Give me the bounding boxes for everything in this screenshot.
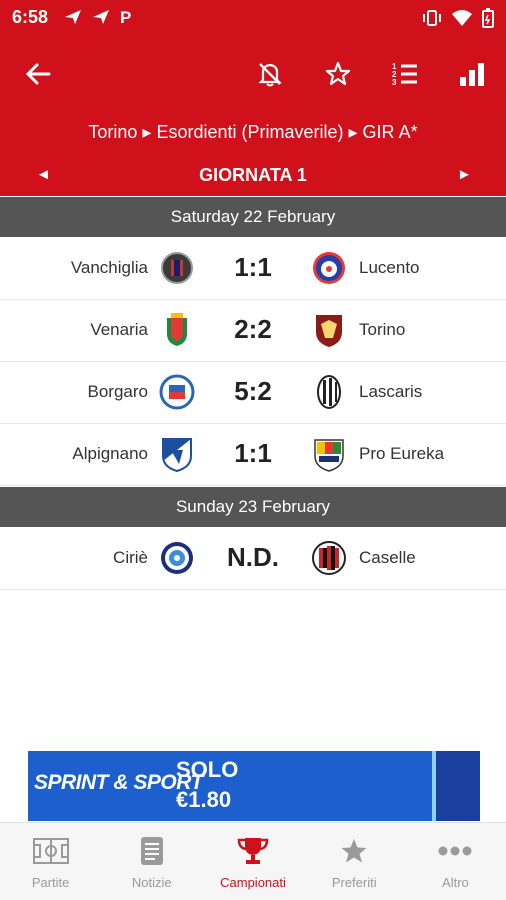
torino-crest-icon xyxy=(316,315,342,347)
star-icon xyxy=(341,839,367,863)
match-row[interactable]: Ciriè N.D. Caselle xyxy=(0,528,506,590)
home-team: Vanchiglia xyxy=(70,258,148,277)
pro-eureka-crest-icon xyxy=(314,439,344,472)
match-row[interactable]: Venaria 2:2 Torino xyxy=(0,300,506,362)
venaria-crest-icon xyxy=(167,313,187,346)
send-icon xyxy=(92,9,110,29)
star-outline-icon xyxy=(325,61,351,86)
away-team: Caselle xyxy=(359,548,416,567)
match-score: 1:1 xyxy=(234,252,272,282)
match-score: 5:2 xyxy=(234,376,272,406)
nav-label: Altro xyxy=(442,875,469,890)
trophy-icon xyxy=(237,838,269,864)
ranking-list-icon: 123 xyxy=(392,62,417,87)
stats-button[interactable] xyxy=(452,54,492,94)
round-selector: ◄ GIORNATA 1 ► xyxy=(0,162,506,190)
status-bar: 6:58 P xyxy=(0,0,506,36)
borgaro-crest-icon xyxy=(159,374,195,410)
notifications-off-icon xyxy=(258,63,282,87)
home-team: Venaria xyxy=(90,320,148,339)
favorite-button[interactable] xyxy=(318,54,358,94)
away-team: Lascaris xyxy=(359,382,423,401)
day-header: Saturday 22 February xyxy=(0,197,506,237)
wifi-icon xyxy=(452,9,472,32)
arrow-left-icon xyxy=(25,63,51,85)
back-button[interactable] xyxy=(18,54,58,94)
nav-label: Preferiti xyxy=(331,875,377,890)
bottom-navigation: Partite Notizie Campionati Preferiti Alt… xyxy=(0,822,506,900)
svg-text:3: 3 xyxy=(392,78,397,87)
vanchiglia-crest-icon xyxy=(161,252,193,284)
vibrate-icon xyxy=(422,9,442,32)
notifications-off-button[interactable] xyxy=(250,54,290,94)
nav-label: Campionati xyxy=(220,875,286,890)
cirie-crest-icon xyxy=(161,542,193,574)
nav-label: Partite xyxy=(31,875,70,890)
away-team: Lucento xyxy=(359,258,420,277)
match-score: 2:2 xyxy=(234,314,272,344)
match-row[interactable]: Borgaro 5:2 Lascaris xyxy=(0,362,506,424)
next-round-button[interactable]: ► xyxy=(457,166,472,183)
lucento-crest-icon xyxy=(313,252,345,284)
nav-notizie[interactable]: Notizie xyxy=(101,823,202,900)
nav-campionati[interactable]: Campionati xyxy=(202,823,303,900)
p-icon: P xyxy=(120,8,132,27)
nav-altro[interactable]: Altro xyxy=(405,823,506,900)
home-team: Alpignano xyxy=(72,444,148,463)
nav-preferiti[interactable]: Preferiti xyxy=(304,823,405,900)
nav-label: Notizie xyxy=(131,875,172,890)
breadcrumb: Torino ▸ Esordienti (Primaverile) ▸ GIR … xyxy=(88,122,418,142)
match-row[interactable]: Vanchiglia 1:1 Lucento xyxy=(0,238,506,300)
ad-price: €1.80 xyxy=(176,787,232,812)
home-team: Ciriè xyxy=(113,548,148,567)
match-score: 1:1 xyxy=(234,438,272,468)
ranking-button[interactable]: 123 xyxy=(385,54,425,94)
lascaris-crest-icon xyxy=(317,375,341,409)
field-icon xyxy=(32,838,69,864)
send-icon xyxy=(64,9,82,29)
more-icon xyxy=(438,846,472,856)
ad-banner[interactable]: SPRINT & SPORT SOLO €1.80 xyxy=(28,751,480,821)
ad-line1: SOLO xyxy=(176,757,239,782)
battery-icon xyxy=(482,8,494,33)
app-toolbar: 123 Torino ▸ Esordienti (Primaverile) ▸ … xyxy=(0,36,506,196)
away-team: Pro Eureka xyxy=(359,444,445,463)
home-team: Borgaro xyxy=(87,382,148,401)
day-header: Sunday 23 February xyxy=(0,487,506,527)
status-time: 6:58 xyxy=(12,7,49,27)
nav-partite[interactable]: Partite xyxy=(0,823,101,900)
match-row[interactable]: Alpignano 1:1 Pro Eureka xyxy=(0,424,506,486)
alpignano-crest-icon xyxy=(162,438,192,472)
bar-chart-icon xyxy=(460,63,484,86)
match-score: N.D. xyxy=(227,542,279,572)
news-icon xyxy=(140,837,163,865)
round-title: GIORNATA 1 xyxy=(199,165,307,185)
caselle-crest-icon xyxy=(312,541,346,575)
away-team: Torino xyxy=(359,320,406,339)
